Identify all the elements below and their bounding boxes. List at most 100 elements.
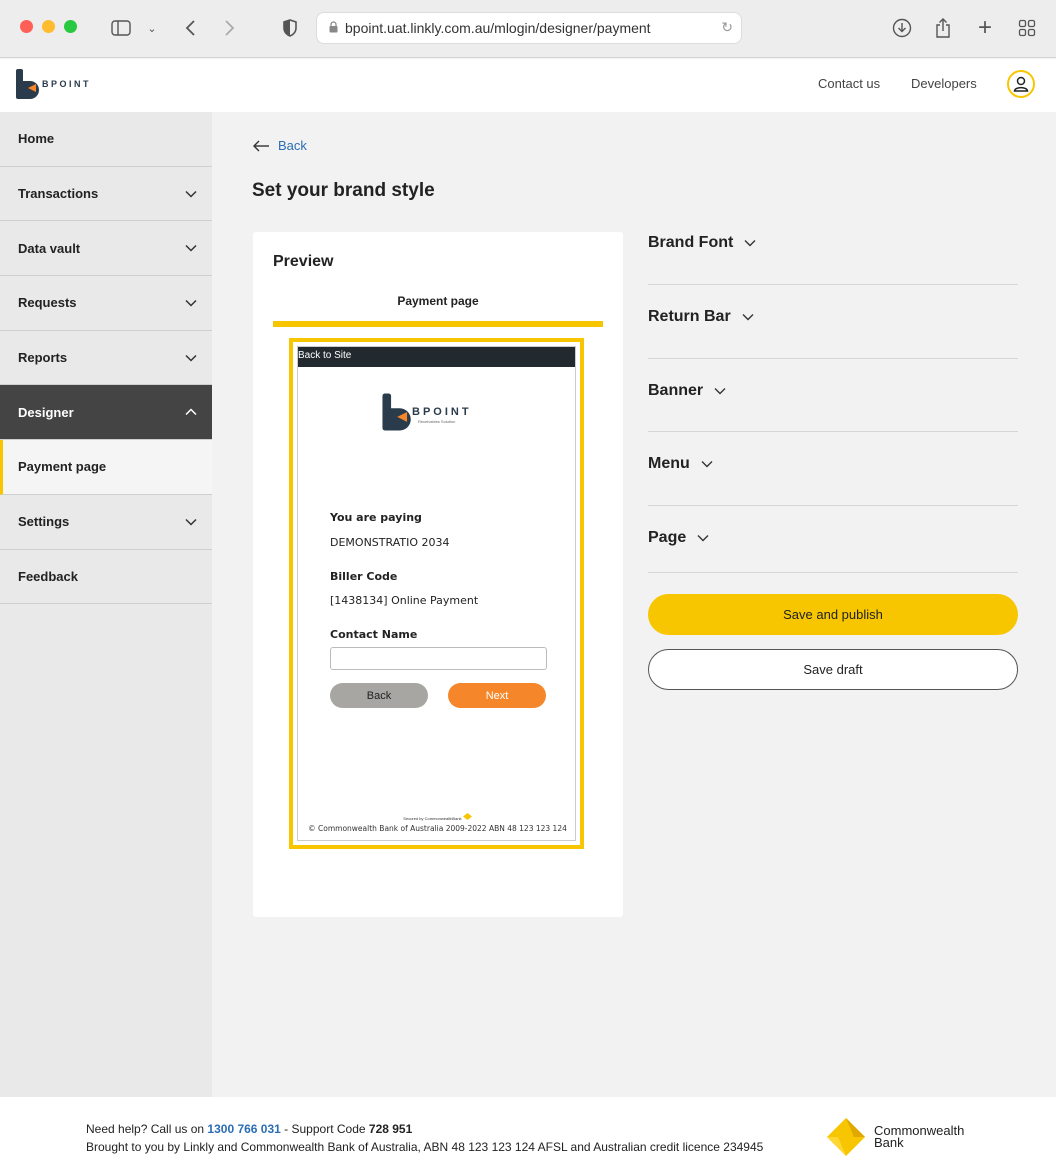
tab-active-indicator	[273, 321, 603, 327]
back-link-label: Back	[278, 138, 307, 153]
preview-logo-subtitle: Receivables Solution	[418, 419, 456, 424]
sidebar-item-transactions[interactable]: Transactions	[0, 166, 212, 222]
sidebar-item-feedback[interactable]: Feedback	[0, 549, 212, 605]
contact-us-link[interactable]: Contact us	[818, 76, 880, 91]
cba-name-line2: Bank	[874, 1135, 904, 1150]
sidebar-item-label: Feedback	[18, 568, 78, 584]
biller-code-value: [1438134] Online Payment	[330, 594, 479, 607]
forward-arrow-icon[interactable]	[220, 14, 240, 42]
chevron-down-icon	[185, 354, 197, 362]
preview-footer: © Commonwealth Bank of Australia 2009-20…	[308, 824, 567, 833]
address-bar[interactable]: bpoint.uat.linkly.com.au/mlogin/designer…	[316, 12, 742, 44]
contact-name-input[interactable]	[330, 647, 547, 670]
sidebar-item-requests[interactable]: Requests	[0, 276, 212, 331]
chevron-down-icon	[185, 518, 197, 526]
back-to-site-link[interactable]: Back to Site	[298, 350, 351, 361]
chevron-up-icon	[185, 408, 197, 416]
shield-icon[interactable]	[280, 14, 300, 42]
sidebar-toggle-icon[interactable]	[108, 14, 134, 42]
sidebar-item-home[interactable]: Home	[0, 112, 212, 167]
chevron-down-icon[interactable]: ⌄	[144, 14, 160, 42]
sidebar-item-data-vault[interactable]: Data vault	[0, 221, 212, 277]
sidebar-item-designer[interactable]: Designer	[0, 385, 212, 441]
new-tab-icon[interactable]: +	[974, 14, 996, 42]
chevron-down-icon	[185, 190, 197, 198]
accordion-menu[interactable]: Menu	[648, 432, 1018, 506]
bpoint-logo-icon	[16, 69, 39, 99]
save-and-publish-button[interactable]: Save and publish	[648, 594, 1018, 635]
reload-icon[interactable]: ↻	[717, 19, 733, 36]
accordion-brand-font[interactable]: Brand Font	[648, 232, 1018, 285]
logo-text: BPOINT	[42, 79, 92, 89]
commonwealth-bank-logo: Commonwealth Bank	[826, 1117, 964, 1157]
biller-code-label: Biller Code	[330, 570, 398, 583]
preview-back-button[interactable]: Back	[330, 683, 428, 708]
close-window-button[interactable]	[20, 20, 33, 33]
secured-by-label: Secured by CommonwealthBank	[403, 816, 462, 821]
minimize-window-button[interactable]	[42, 20, 55, 33]
sidebar-item-label: Home	[18, 131, 55, 147]
preview-card: Preview Payment page Back to Site BPOINT…	[253, 232, 623, 917]
accordion-label: Menu	[648, 455, 690, 472]
phone-link[interactable]: 1300 766 031	[207, 1122, 280, 1136]
secured-by-text: Secured by CommonwealthBank	[298, 813, 575, 821]
lock-icon	[329, 21, 338, 33]
chevron-down-icon	[697, 535, 709, 542]
return-bar: Back to Site	[298, 347, 575, 367]
accordion-label: Return Bar	[648, 308, 731, 325]
cba-diamond-icon	[462, 813, 472, 820]
sidebar: Home Transactions Data vault Requests Re…	[0, 112, 212, 1097]
tab-payment-page[interactable]: Payment page	[273, 294, 603, 308]
support-code: 728 951	[368, 1122, 413, 1136]
download-icon[interactable]	[890, 14, 914, 42]
chevron-down-icon	[714, 388, 726, 395]
sidebar-item-reports[interactable]: Reports	[0, 330, 212, 386]
bpoint-logo-icon	[382, 393, 411, 431]
share-icon[interactable]	[932, 14, 954, 42]
preview-title: Preview	[273, 253, 334, 270]
developers-link[interactable]: Developers	[911, 76, 977, 91]
preview-logo: BPOINT Receivables Solution	[380, 391, 472, 433]
back-link[interactable]: Back	[252, 138, 307, 153]
sidebar-item-label: Transactions	[18, 186, 99, 202]
page-footer: Need help? Call us on 1300 766 031 - Sup…	[0, 1097, 1056, 1176]
sidebar-item-label: Payment page	[18, 459, 107, 475]
sidebar-item-label: Reports	[18, 350, 68, 366]
sidebar-item-label: Data vault	[18, 240, 81, 256]
legal-text: Brought to you by Linkly and Commonwealt…	[86, 1140, 764, 1154]
accordion-label: Banner	[648, 382, 704, 399]
preview-logo-text: BPOINT	[412, 406, 472, 418]
you-are-paying-value: DEMONSTRATIO 2034	[330, 536, 450, 549]
cba-diamond-icon	[827, 1118, 865, 1156]
tab-overview-icon[interactable]	[1016, 14, 1038, 42]
contact-name-label: Contact Name	[330, 628, 418, 641]
chevron-down-icon	[742, 314, 754, 321]
bpoint-logo[interactable]: BPOINT	[14, 67, 91, 101]
accordion-banner[interactable]: Banner	[648, 359, 1018, 432]
url-text: bpoint.uat.linkly.com.au/mlogin/designer…	[345, 20, 651, 36]
preview-next-button[interactable]: Next	[448, 683, 546, 708]
user-icon	[1013, 76, 1029, 92]
arrow-left-icon	[253, 140, 269, 151]
sidebar-item-label: Designer	[18, 404, 74, 420]
sidebar-item-settings[interactable]: Settings	[0, 494, 212, 550]
avatar[interactable]	[1007, 70, 1035, 98]
accordion-label: Brand Font	[648, 234, 734, 251]
support-prefix: - Support Code	[280, 1122, 369, 1136]
back-arrow-icon[interactable]	[180, 14, 200, 42]
chevron-down-icon	[185, 300, 197, 307]
chevron-down-icon	[701, 461, 713, 468]
sidebar-item-payment-page[interactable]: Payment page	[0, 440, 212, 495]
app-header: BPOINT Contact us Developers	[0, 59, 1056, 112]
page-title: Set your brand style	[252, 180, 435, 201]
chevron-down-icon	[185, 245, 197, 252]
sidebar-item-label: Settings	[18, 514, 70, 530]
accordion-return-bar[interactable]: Return Bar	[648, 285, 1018, 359]
accordion-page[interactable]: Page	[648, 506, 1018, 573]
preview-frame: Back to Site BPOINT Receivables Solution…	[297, 346, 576, 841]
you-are-paying-label: You are paying	[330, 511, 422, 524]
sidebar-item-label: Requests	[18, 295, 77, 311]
save-draft-button[interactable]: Save draft	[648, 649, 1018, 690]
zoom-window-button[interactable]	[64, 20, 77, 33]
chevron-down-icon	[744, 240, 756, 247]
